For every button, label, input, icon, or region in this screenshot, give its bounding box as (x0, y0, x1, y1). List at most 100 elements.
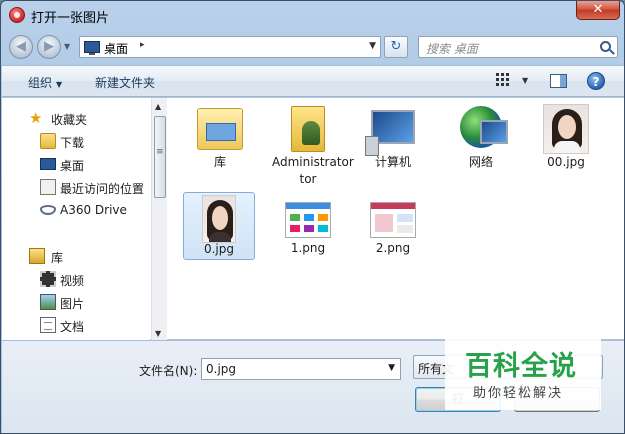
file-name: 0.jpg (203, 242, 235, 256)
download-folder-icon (40, 133, 56, 149)
scroll-up-icon[interactable]: ▲ (155, 102, 161, 111)
thumb-block (397, 225, 413, 233)
desktop-icon (40, 158, 56, 170)
sidebar-item-label: 图片 (60, 297, 85, 311)
photo-face (212, 206, 228, 230)
filename-value[interactable]: 0.jpg (206, 362, 236, 376)
file-item-0-jpg[interactable]: 0.jpg (183, 192, 255, 260)
file-item-00-jpg[interactable]: 00.jpg (530, 102, 602, 190)
address-dropdown-icon[interactable]: ▼ (369, 41, 376, 51)
filename-label: 文件名(N): (139, 364, 198, 378)
address-bar[interactable]: 桌面 ▸ ▼ (79, 36, 381, 58)
file-list: 库 Administrator tor 计算机 网络 00.jpg 0.jpg … (168, 98, 624, 340)
file-item-library[interactable]: 库 (184, 102, 256, 190)
watermark-subtitle: 助你轻松解决 (473, 386, 564, 401)
new-folder-button[interactable]: 新建文件夹 (95, 74, 155, 91)
sidebar-item-videos[interactable]: 视频 (2, 269, 150, 289)
libraries-icon (29, 248, 45, 264)
navigation-pane: ★ 收藏夹 下载 桌面 最近访问的位置 A360 Drive 库 视频 图片 文… (2, 98, 150, 340)
library-folder-icon (197, 108, 243, 150)
thumb-block (397, 214, 413, 222)
recent-places-icon (40, 179, 56, 195)
file-name-wrap: tor (299, 172, 317, 186)
thumb-block (375, 214, 393, 232)
sidebar-item-downloads[interactable]: 下载 (2, 131, 150, 151)
file-name: 00.jpg (547, 155, 585, 169)
address-location[interactable]: 桌面 (104, 40, 128, 57)
sidebar-item-recent-places[interactable]: 最近访问的位置 (2, 177, 150, 197)
file-name: 1.png (290, 241, 326, 255)
search-icon[interactable] (600, 41, 611, 52)
back-button[interactable]: ◀ (9, 35, 33, 59)
sidebar-item-desktop[interactable]: 桌面 (2, 154, 150, 174)
image-thumbnail (285, 202, 331, 238)
user-folder-icon (291, 106, 325, 152)
sidebar-item-libraries[interactable]: 库 (2, 246, 150, 266)
view-options-dropdown-icon[interactable]: ▼ (522, 76, 528, 85)
search-input[interactable]: 搜索 桌面 (418, 36, 618, 58)
image-thumbnail (543, 104, 589, 154)
cloud-drive-icon (40, 205, 56, 215)
scroll-down-icon[interactable]: ▼ (155, 329, 161, 338)
organize-button[interactable]: 组织 ▼ (28, 74, 62, 91)
scroll-thumb[interactable] (154, 116, 166, 198)
sidebar-item-label: 库 (51, 251, 64, 265)
recent-pages-dropdown-icon[interactable]: ▼ (64, 42, 70, 51)
sidebar-item-label: 收藏夹 (51, 113, 88, 127)
sidebar-item-label: A360 Drive (60, 203, 127, 217)
sidebar-item-label: 下载 (60, 136, 85, 150)
image-thumbnail (202, 195, 236, 243)
star-icon: ★ (29, 109, 43, 127)
sidebar-item-label: 视频 (60, 274, 85, 288)
image-thumbnail (370, 202, 416, 238)
open-file-dialog: 打开一张图片 ✕ ◀ ▶ ▼ 桌面 ▸ ▼ ↻ 搜索 桌面 组织 ▼ 新建文件夹 … (0, 0, 625, 434)
file-name: 库 (213, 155, 226, 169)
refresh-button[interactable]: ↻ (384, 36, 408, 58)
preview-pane-icon[interactable] (550, 74, 567, 88)
document-icon (40, 317, 56, 333)
help-icon[interactable]: ? (587, 72, 605, 90)
title-bar: 打开一张图片 ✕ (1, 1, 624, 29)
thumb-block (304, 225, 314, 232)
file-item-computer[interactable]: 计算机 (357, 102, 429, 190)
forward-button[interactable]: ▶ (37, 35, 61, 59)
sidebar-item-label: 最近访问的位置 (60, 182, 145, 196)
thumb-block (290, 225, 300, 232)
desktop-location-icon (84, 41, 100, 55)
sidebar-item-documents[interactable]: 文档 (2, 315, 150, 335)
thumb-header-bar (371, 203, 415, 209)
watermark-title: 百科全说 (465, 351, 577, 382)
file-item-network[interactable]: 网络 (445, 102, 517, 190)
thumb-block (304, 214, 314, 221)
sidebar-item-label: 桌面 (60, 159, 85, 173)
organize-label: 组织 (28, 76, 53, 90)
thumb-block (290, 214, 300, 221)
breadcrumb-arrow-icon[interactable]: ▸ (140, 40, 145, 50)
sidebar-item-a360-drive[interactable]: A360 Drive (2, 200, 150, 220)
sidebar-item-pictures[interactable]: 图片 (2, 292, 150, 312)
app-logo-icon (9, 7, 25, 23)
filename-dropdown-icon[interactable]: ▼ (388, 363, 395, 373)
sidebar-scrollbar[interactable]: ▲ ▼ (151, 98, 167, 340)
thumb-header-bar (286, 203, 330, 209)
search-placeholder: 搜索 桌面 (426, 42, 478, 56)
thumb-block (318, 214, 328, 221)
file-name: Administrator (272, 155, 354, 169)
change-view-icon[interactable] (496, 73, 510, 87)
watermark: 百科全说 助你轻松解决 (445, 336, 601, 410)
video-icon (40, 271, 56, 287)
content-area: ★ 收藏夹 下载 桌面 最近访问的位置 A360 Drive 库 视频 图片 文… (2, 98, 624, 340)
file-item-2-png[interactable]: 2.png (357, 192, 429, 280)
photo-face (558, 115, 576, 139)
computer-icon (365, 110, 415, 156)
thumb-block (318, 225, 328, 232)
file-item-administrator[interactable]: Administrator tor (272, 102, 354, 190)
file-name: 网络 (468, 155, 493, 169)
file-item-1-png[interactable]: 1.png (272, 192, 344, 280)
photo-body (554, 141, 580, 153)
sidebar-item-label: 文档 (60, 320, 85, 334)
filename-input[interactable]: 0.jpg ▼ (201, 358, 401, 380)
sidebar-item-favorites[interactable]: ★ 收藏夹 (2, 108, 150, 128)
window-title: 打开一张图片 (31, 11, 110, 26)
close-button[interactable]: ✕ (576, 1, 620, 20)
